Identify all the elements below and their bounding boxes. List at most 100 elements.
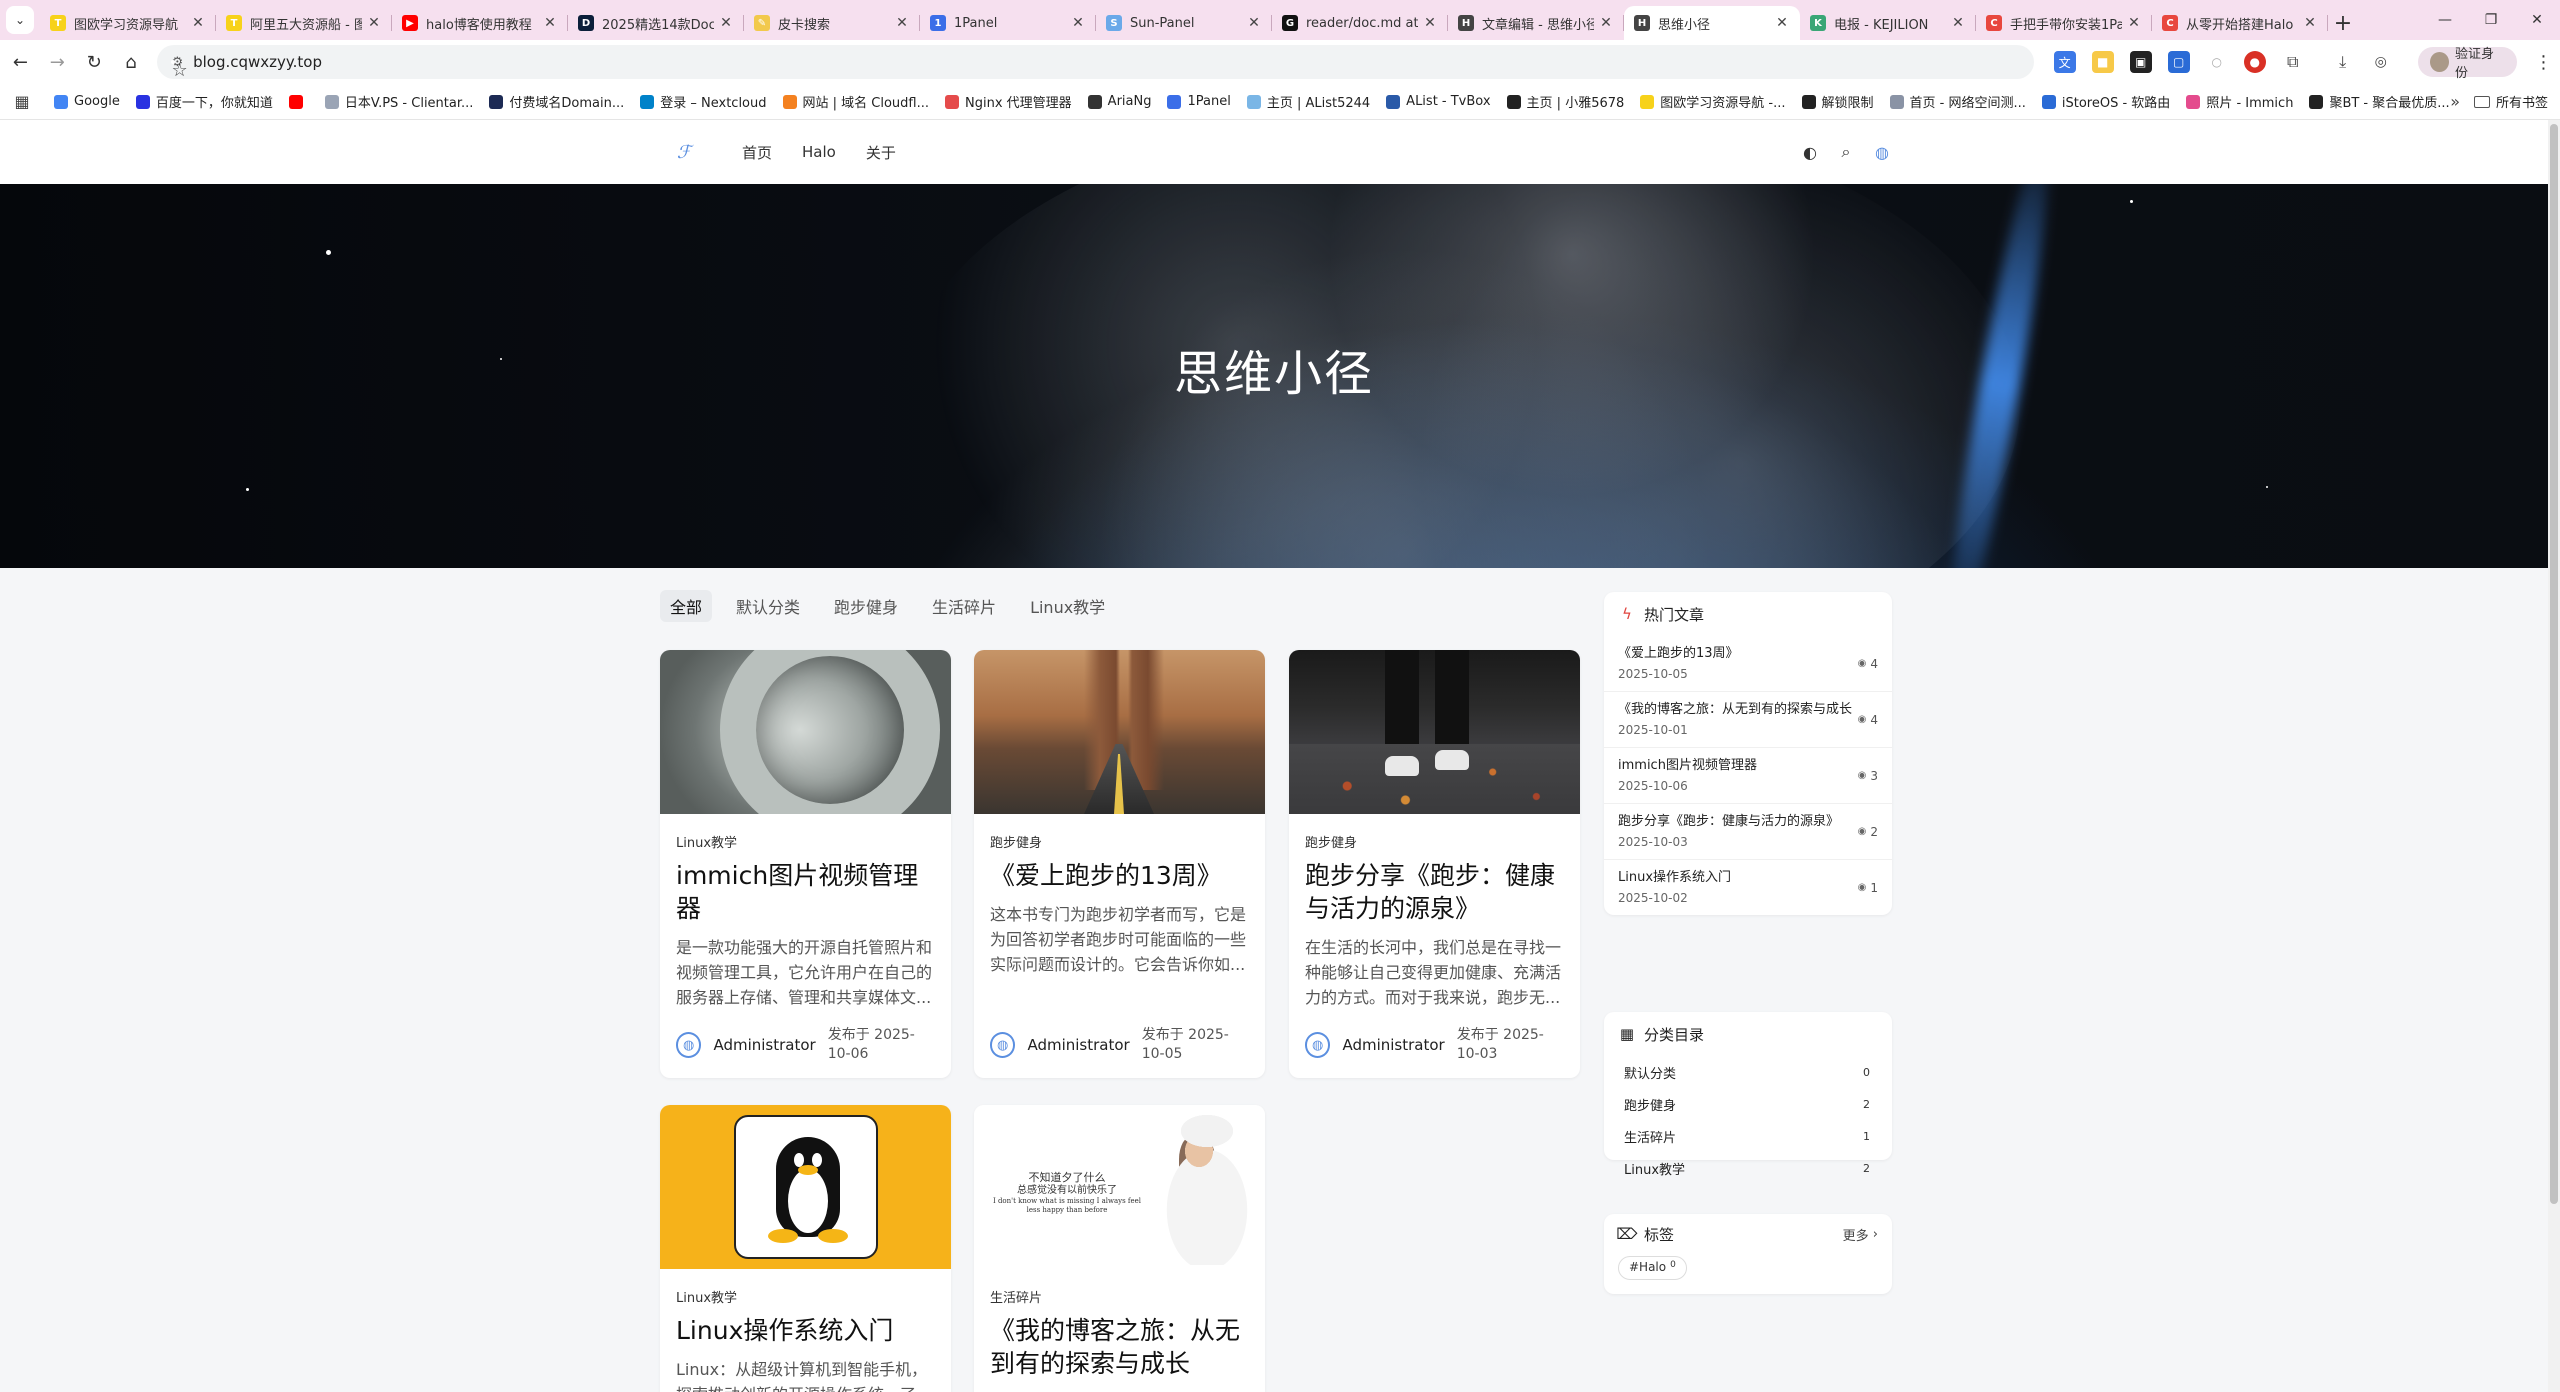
category-name[interactable]: 默认分类 xyxy=(1624,1063,1863,1082)
hot-post-title[interactable]: Linux操作系统入门 xyxy=(1618,868,1858,887)
post-category[interactable]: Linux教学 xyxy=(676,832,935,851)
bookmark-item[interactable]: 网站 | 域名 Cloudfl... xyxy=(782,92,929,111)
hot-post-title[interactable]: immich图片视频管理器 xyxy=(1618,756,1858,775)
restore-icon[interactable]: ❐ xyxy=(2468,0,2514,40)
author-avatar-icon[interactable]: ◍ xyxy=(990,1032,1016,1058)
reload-icon[interactable]: ↻ xyxy=(78,45,111,79)
tab-close-icon[interactable]: ✕ xyxy=(542,15,558,31)
tab-close-icon[interactable]: ✕ xyxy=(718,15,734,31)
bookmark-item[interactable]: 解锁限制 xyxy=(1801,92,1874,111)
post-title[interactable]: 《我的博客之旅：从无到有的探索与成长 xyxy=(990,1314,1249,1380)
tab-close-icon[interactable]: ✕ xyxy=(894,15,910,31)
bookmark-item[interactable]: 照片 - Immich xyxy=(2186,92,2293,111)
bookmark-item[interactable]: AriaNg xyxy=(1087,94,1151,109)
author-avatar-icon[interactable]: ◍ xyxy=(676,1032,702,1058)
category-item[interactable]: 生活碎片 1 xyxy=(1604,1120,1892,1152)
hot-post-item[interactable]: 《爱上跑步的13周》 2025-10-05 ◉ 4 xyxy=(1604,636,1892,691)
tab-close-icon[interactable]: ✕ xyxy=(2126,15,2142,31)
chat-extension-icon[interactable]: ○ xyxy=(2205,51,2228,73)
post-thumbnail[interactable] xyxy=(660,1105,951,1269)
minimize-icon[interactable]: — xyxy=(2422,0,2468,40)
bookmark-star-icon[interactable]: ☆ xyxy=(171,60,188,81)
scrollbar-thumb[interactable] xyxy=(2550,124,2558,1204)
tags-more-label[interactable]: 更多 xyxy=(1843,1225,1869,1244)
browser-tab[interactable]: 1 1Panel ✕ xyxy=(920,6,1096,40)
profile-icon[interactable]: ◎ xyxy=(2369,51,2392,73)
user-avatar-icon[interactable]: ◍ xyxy=(1872,142,1892,162)
address-url[interactable]: blog.cqwxzyy.top xyxy=(193,53,2020,71)
post-thumbnail[interactable] xyxy=(660,650,951,814)
theme-toggle-icon[interactable]: ◐ xyxy=(1800,142,1820,162)
tab-close-icon[interactable]: ✕ xyxy=(366,15,382,31)
hot-post-item[interactable]: Linux操作系统入门 2025-10-02 ◉ 1 xyxy=(1604,859,1892,915)
post-thumbnail[interactable]: 不知道夕了什么 总感觉没有以前快乐了 I don't know what is … xyxy=(974,1105,1265,1269)
post-author[interactable]: Administrator xyxy=(1342,1036,1444,1054)
category-item[interactable]: 默认分类 0 xyxy=(1604,1056,1892,1088)
hot-post-item[interactable]: 跑步分享《跑步：健康与活力的源泉》 2025-10-03 ◉ 2 xyxy=(1604,803,1892,859)
post-title[interactable]: Linux操作系统入门 xyxy=(676,1314,935,1347)
bookmark-item[interactable]: 付费域名Domain... xyxy=(489,92,624,111)
bookmark-item[interactable]: 日本V.PS - Clientar... xyxy=(324,92,473,111)
post-author[interactable]: Administrator xyxy=(1027,1036,1129,1054)
close-window-icon[interactable]: ✕ xyxy=(2514,0,2560,40)
puzzle-extensions-icon[interactable]: ⧉ xyxy=(2281,51,2304,73)
hot-post-title[interactable]: 跑步分享《跑步：健康与活力的源泉》 xyxy=(1618,812,1858,831)
address-bar[interactable]: ⚙ blog.cqwxzyy.top ☆ xyxy=(157,45,2034,81)
forward-arrow-icon[interactable]: → xyxy=(41,45,74,79)
browser-tab[interactable]: T 阿里五大资源船 - 图 ✕ xyxy=(216,6,392,40)
browser-tab[interactable]: C 手把手带你安装1Pa ✕ xyxy=(1976,6,2152,40)
bookmark-item[interactable]: Nginx 代理管理器 xyxy=(945,92,1072,111)
window-extension-icon[interactable]: ▢ xyxy=(2167,51,2190,73)
browser-tab[interactable]: ✎ 皮卡搜索 ✕ xyxy=(744,6,920,40)
post-card[interactable]: Linux教学 immich图片视频管理器 是一款功能强大的开源自托管照片和视频… xyxy=(660,650,951,1078)
category-name[interactable]: 生活碎片 xyxy=(1624,1127,1863,1146)
verify-identity-button[interactable]: 验证身份 xyxy=(2417,47,2518,81)
apps-grid-icon[interactable]: ▦ xyxy=(8,92,36,111)
bookmark-item[interactable]: 主页 | 小雅5678 xyxy=(1506,92,1624,111)
tab-close-icon[interactable]: ✕ xyxy=(1422,15,1438,31)
translate-extension-icon[interactable]: 文 xyxy=(2053,51,2076,73)
browser-tab[interactable]: ▶ halo博客使用教程 ✕ xyxy=(392,6,568,40)
category-name[interactable]: Linux教学 xyxy=(1624,1159,1863,1178)
tags-more-link[interactable]: 更多 › xyxy=(1843,1225,1878,1244)
post-thumbnail[interactable] xyxy=(1289,650,1580,814)
bookmark-item[interactable]: 聚BT - 聚合最优质... xyxy=(2309,92,2450,111)
category-item[interactable]: 跑步健身 2 xyxy=(1604,1088,1892,1120)
author-avatar-icon[interactable]: ◍ xyxy=(1305,1032,1331,1058)
hot-post-item[interactable]: immich图片视频管理器 2025-10-06 ◉ 3 xyxy=(1604,747,1892,803)
browser-tab[interactable]: C 从零开始搭建Halo ✕ xyxy=(2152,6,2328,40)
bookmark-item[interactable]: 登录 – Nextcloud xyxy=(640,92,767,111)
bookmark-item[interactable]: 首页 - 网络空间测... xyxy=(1889,92,2026,111)
nav-about-link[interactable]: 关于 xyxy=(866,142,896,163)
post-card[interactable]: 不知道夕了什么 总感觉没有以前快乐了 I don't know what is … xyxy=(974,1105,1265,1392)
browser-tab[interactable]: D 2025精选14款Dock ✕ xyxy=(568,6,744,40)
hot-post-item[interactable]: 《我的博客之旅：从无到有的探索与成长 2025-10-01 ◉ 4 xyxy=(1604,691,1892,747)
pokeball-extension-icon[interactable]: ● xyxy=(2243,51,2266,73)
tab-close-icon[interactable]: ✕ xyxy=(1774,15,1790,31)
page-scrollbar[interactable] xyxy=(2548,120,2560,1392)
post-author[interactable]: Administrator xyxy=(713,1036,815,1054)
cast-extension-icon[interactable]: ▣ xyxy=(2129,51,2152,73)
bookmark-item[interactable]: 百度一下，你就知道 xyxy=(135,92,273,111)
browser-tab[interactable]: S Sun-Panel ✕ xyxy=(1096,6,1272,40)
browser-tab[interactable]: H 思维小径 ✕ xyxy=(1624,6,1800,40)
tab-close-icon[interactable]: ✕ xyxy=(1598,15,1614,31)
post-thumbnail[interactable] xyxy=(974,650,1265,814)
notes-extension-icon[interactable]: ■ xyxy=(2091,51,2114,73)
browser-tab[interactable]: K 电报 - KEJILION ✕ xyxy=(1800,6,1976,40)
post-title[interactable]: 《爱上跑步的13周》 xyxy=(990,859,1249,892)
tab-running[interactable]: 跑步健身 xyxy=(824,590,908,622)
bookmark-item[interactable]: AList - TvBox xyxy=(1386,94,1491,109)
post-category[interactable]: 跑步健身 xyxy=(1305,832,1564,851)
tab-life[interactable]: 生活碎片 xyxy=(922,590,1006,622)
post-category[interactable]: 跑步健身 xyxy=(990,832,1249,851)
home-icon[interactable]: ⌂ xyxy=(115,45,148,79)
tab-linux[interactable]: Linux教学 xyxy=(1020,590,1115,622)
post-category[interactable]: 生活碎片 xyxy=(990,1287,1249,1306)
all-bookmarks-button[interactable]: 所有书签 xyxy=(2473,92,2548,111)
download-icon[interactable]: ⤓ xyxy=(2331,51,2354,73)
tab-default[interactable]: 默认分类 xyxy=(726,590,810,622)
category-item[interactable]: Linux教学 2 xyxy=(1604,1152,1892,1184)
post-card[interactable]: 跑步健身 跑步分享《跑步：健康与活力的源泉》 在生活的长河中，我们总是在寻找一种… xyxy=(1289,650,1580,1078)
back-arrow-icon[interactable]: ← xyxy=(4,45,37,79)
